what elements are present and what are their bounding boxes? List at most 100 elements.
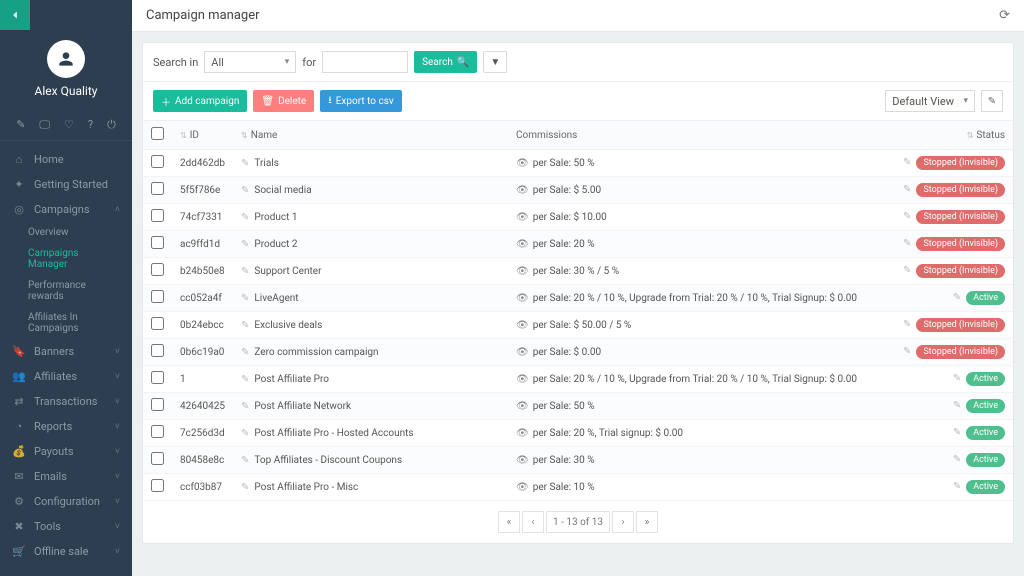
search-in-label: Search in bbox=[153, 56, 198, 69]
edit-icon[interactable]: ✎ bbox=[241, 482, 249, 493]
view-select[interactable]: Default View bbox=[885, 90, 975, 112]
nav-tools[interactable]: ✖Tools˅ bbox=[0, 514, 132, 539]
nav-payouts[interactable]: 💰Payouts˅ bbox=[0, 439, 132, 464]
table-row[interactable]: cc052a4f✎LiveAgent👁per Sale: 20 % / 10 %… bbox=[143, 285, 1013, 312]
edit-icon[interactable]: ✎ bbox=[241, 401, 249, 412]
row-checkbox[interactable] bbox=[151, 425, 164, 438]
nav-reports[interactable]: ◔Reports˅ bbox=[0, 414, 132, 439]
table-row[interactable]: 0b6c19a0✎Zero commission campaign👁per Sa… bbox=[143, 339, 1013, 366]
nav-home[interactable]: ⌂Home bbox=[0, 147, 132, 172]
edit-icon[interactable]: ✎ bbox=[241, 266, 249, 277]
back-button[interactable] bbox=[0, 0, 30, 30]
nav-configuration[interactable]: ⚙Configuration˅ bbox=[0, 489, 132, 514]
subnav-performance-rewards[interactable]: Performance rewards bbox=[28, 275, 132, 307]
edit-icon[interactable]: ✎ bbox=[241, 158, 249, 169]
row-checkbox[interactable] bbox=[151, 209, 164, 222]
select-all-checkbox[interactable] bbox=[151, 127, 164, 140]
subnav-affiliates-in-campaigns[interactable]: Affiliates In Campaigns bbox=[28, 307, 132, 339]
edit-icon[interactable]: ✎ bbox=[953, 481, 961, 492]
chevron-down-icon: ˅ bbox=[115, 396, 120, 407]
heart-icon[interactable]: ♡ bbox=[64, 118, 74, 132]
add-campaign-button[interactable]: ＋ Add campaign bbox=[153, 90, 247, 112]
filter-button[interactable]: ▼ bbox=[483, 51, 507, 73]
table-row[interactable]: 42640425✎Post Affiliate Network👁per Sale… bbox=[143, 393, 1013, 420]
row-checkbox[interactable] bbox=[151, 479, 164, 492]
search-in-select[interactable]: All bbox=[204, 51, 296, 73]
row-checkbox[interactable] bbox=[151, 290, 164, 303]
eye-icon: 👁 bbox=[516, 401, 529, 412]
chevron-down-icon: ˅ bbox=[115, 546, 120, 557]
row-checkbox[interactable] bbox=[151, 182, 164, 195]
edit-icon[interactable]: ✎ bbox=[16, 118, 25, 132]
delete-button[interactable]: 🗑 Delete bbox=[253, 90, 314, 112]
search-button[interactable]: Search 🔍 bbox=[414, 51, 477, 73]
edit-icon[interactable]: ✎ bbox=[241, 428, 249, 439]
row-checkbox[interactable] bbox=[151, 371, 164, 384]
nav-affiliates[interactable]: 👥Affiliates˅ bbox=[0, 364, 132, 389]
monitor-icon[interactable]: 🖵 bbox=[39, 118, 50, 132]
edit-icon[interactable]: ✎ bbox=[241, 185, 249, 196]
edit-icon[interactable]: ✎ bbox=[241, 455, 249, 466]
table-row[interactable]: 1✎Post Affiliate Pro👁per Sale: 20 % / 10… bbox=[143, 366, 1013, 393]
nav-banners[interactable]: 🔖Banners˅ bbox=[0, 339, 132, 364]
refresh-icon[interactable]: ⟳ bbox=[999, 8, 1010, 23]
subnav-overview[interactable]: Overview bbox=[28, 222, 132, 243]
col-id[interactable]: ⇅ID bbox=[172, 121, 233, 150]
avatar[interactable] bbox=[47, 40, 85, 78]
row-checkbox[interactable] bbox=[151, 344, 164, 357]
edit-icon[interactable]: ✎ bbox=[953, 400, 961, 411]
table-row[interactable]: ccf03b87✎Post Affiliate Pro - Misc👁per S… bbox=[143, 474, 1013, 501]
table-row[interactable]: 0b24ebcc✎Exclusive deals👁per Sale: $ 50.… bbox=[143, 312, 1013, 339]
edit-icon[interactable]: ✎ bbox=[953, 427, 961, 438]
help-icon[interactable]: ? bbox=[88, 118, 93, 132]
edit-view-button[interactable]: ✎ bbox=[981, 90, 1003, 112]
page-first[interactable]: « bbox=[498, 511, 520, 533]
edit-icon[interactable]: ✎ bbox=[953, 373, 961, 384]
subnav-campaigns-manager[interactable]: Campaigns Manager bbox=[28, 243, 132, 275]
edit-icon[interactable]: ✎ bbox=[903, 346, 911, 357]
page-prev[interactable]: ‹ bbox=[522, 511, 544, 533]
table-row[interactable]: 2dd462db✎Trials👁per Sale: 50 %✎Stopped (… bbox=[143, 150, 1013, 177]
edit-icon[interactable]: ✎ bbox=[241, 374, 249, 385]
export-csv-button[interactable]: ⭳ Export to csv bbox=[320, 90, 401, 112]
power-icon[interactable]: ⏻ bbox=[107, 118, 116, 132]
eye-icon: 👁 bbox=[516, 185, 529, 196]
edit-icon[interactable]: ✎ bbox=[241, 320, 249, 331]
row-checkbox[interactable] bbox=[151, 236, 164, 249]
table-row[interactable]: 7c256d3d✎Post Affiliate Pro - Hosted Acc… bbox=[143, 420, 1013, 447]
nav-campaigns[interactable]: ◎Campaigns˄ bbox=[0, 197, 132, 222]
table-row[interactable]: 5f5f786e✎Social media👁per Sale: $ 5.00✎S… bbox=[143, 177, 1013, 204]
search-input[interactable] bbox=[322, 51, 408, 73]
edit-icon[interactable]: ✎ bbox=[903, 157, 911, 168]
table-row[interactable]: b24b50e8✎Support Center👁per Sale: 30 % /… bbox=[143, 258, 1013, 285]
edit-icon[interactable]: ✎ bbox=[903, 265, 911, 276]
nav-transactions[interactable]: ⇄Transactions˅ bbox=[0, 389, 132, 414]
edit-icon[interactable]: ✎ bbox=[241, 293, 249, 304]
edit-icon[interactable]: ✎ bbox=[903, 211, 911, 222]
eye-icon: 👁 bbox=[516, 266, 529, 277]
edit-icon[interactable]: ✎ bbox=[953, 292, 961, 303]
edit-icon[interactable]: ✎ bbox=[953, 454, 961, 465]
nav-emails[interactable]: ✉Emails˅ bbox=[0, 464, 132, 489]
row-checkbox[interactable] bbox=[151, 155, 164, 168]
chevron-down-icon: ˅ bbox=[115, 421, 120, 432]
page-last[interactable]: » bbox=[636, 511, 658, 533]
row-checkbox[interactable] bbox=[151, 452, 164, 465]
table-row[interactable]: 80458e8c✎Top Affiliates - Discount Coupo… bbox=[143, 447, 1013, 474]
edit-icon[interactable]: ✎ bbox=[241, 347, 249, 358]
edit-icon[interactable]: ✎ bbox=[241, 212, 249, 223]
edit-icon[interactable]: ✎ bbox=[903, 319, 911, 330]
page-next[interactable]: › bbox=[612, 511, 634, 533]
table-row[interactable]: 74cf7331✎Product 1👁per Sale: $ 10.00✎Sto… bbox=[143, 204, 1013, 231]
row-checkbox[interactable] bbox=[151, 398, 164, 411]
table-row[interactable]: ac9ffd1d✎Product 2👁per Sale: 20 %✎Stoppe… bbox=[143, 231, 1013, 258]
row-checkbox[interactable] bbox=[151, 317, 164, 330]
col-status[interactable]: ⇅Status bbox=[888, 121, 1013, 150]
row-checkbox[interactable] bbox=[151, 263, 164, 276]
nav-offline-sale[interactable]: 🛒Offline sale˅ bbox=[0, 539, 132, 564]
edit-icon[interactable]: ✎ bbox=[903, 238, 911, 249]
edit-icon[interactable]: ✎ bbox=[241, 239, 249, 250]
nav-getting-started[interactable]: ✦Getting Started bbox=[0, 172, 132, 197]
col-name[interactable]: ⇅Name bbox=[233, 121, 508, 150]
edit-icon[interactable]: ✎ bbox=[903, 184, 911, 195]
